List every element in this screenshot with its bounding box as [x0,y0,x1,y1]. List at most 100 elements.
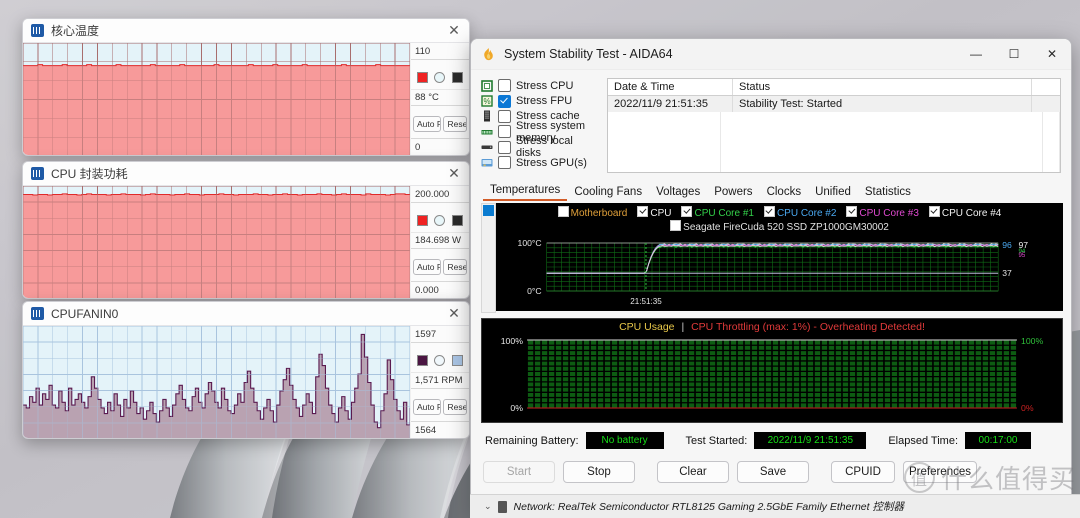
sensor-panel-titlebar[interactable]: CPU 封装功耗 ✕ [23,162,469,185]
checkbox[interactable] [498,156,511,170]
legend-item-cpu[interactable]: CPU [637,206,671,219]
tab-clocks[interactable]: Clocks [760,184,809,201]
cell-status: Stability Test: Started [733,96,1032,112]
clear-button[interactable]: Clear [657,461,729,483]
close-button[interactable]: ✕ [1033,39,1071,69]
swatch-series[interactable] [417,72,429,83]
close-icon[interactable]: ✕ [443,304,465,324]
checkbox[interactable] [498,79,511,93]
chart-scrollbar[interactable] [481,203,496,313]
cpu-icon [481,79,493,92]
legend-item-ssd[interactable]: Seagate FireCuda 520 SSD ZP1000GM30002 [670,220,889,233]
stress-option-fpu[interactable]: % Stress FPU [481,93,599,108]
stress-option-gpus[interactable]: Stress GPU(s) [481,155,599,170]
legend-checkbox[interactable] [928,206,940,217]
table-row[interactable]: 2022/11/9 21:51:35 Stability Test: Start… [608,96,1060,112]
stop-button[interactable]: Stop [563,461,635,483]
swatch-grid[interactable] [451,72,463,83]
stability-log-table[interactable]: Date & Time Status 2022/11/9 21:51:35 St… [607,78,1061,173]
sensor-panel-cpu-fan-rpm[interactable]: CPUFANIN0 ✕ 1597 1,571 RPM Auto Fit Rese… [22,301,470,439]
sensor-panel-buttons[interactable]: Auto Fit Reset [411,389,469,419]
reset-button[interactable]: Reset [443,259,467,275]
column-header-spacer [1032,79,1060,95]
legend-checkbox[interactable] [670,220,682,231]
table-row-empty [608,127,1060,142]
aida64-window[interactable]: System Stability Test - AIDA64 — ☐ ✕ Str… [470,38,1072,518]
sensor-panel-title: CPU 封装功耗 [51,167,128,181]
sensor-panel-titlebar[interactable]: CPUFANIN0 ✕ [23,302,469,325]
series-swatches[interactable] [411,343,469,372]
aida-tabs[interactable]: Temperatures Cooling Fans Voltages Power… [483,182,1071,201]
core-temperature-graph [23,43,410,155]
tab-powers[interactable]: Powers [707,184,759,201]
legend-checkbox[interactable] [763,206,775,217]
swatch-background[interactable] [434,355,446,366]
cpu-throttling-alert: CPU Throttling (max: 1%) - Overheating D… [691,321,925,333]
tab-voltages[interactable]: Voltages [649,184,707,201]
legend-checkbox[interactable] [846,206,858,217]
tab-temperatures[interactable]: Temperatures [483,182,568,201]
sensor-panel-sidebar: 110 88 °C Auto Fit Reset 0 [410,43,469,155]
legend-label: CPU Core #3 [859,208,919,219]
aida-button-bar[interactable]: Start Stop Clear Save CPUID Preferences [483,461,1071,483]
close-icon[interactable]: ✕ [443,21,465,41]
background-device-row[interactable]: ⌄ Network: RealTek Semiconductor RTL8125… [470,494,1080,518]
scrollbar-thumb[interactable] [483,205,494,216]
window-titlebar[interactable]: System Stability Test - AIDA64 — ☐ ✕ [471,39,1071,70]
checkbox[interactable] [498,140,511,154]
device-icon [497,500,507,513]
cpu-fan-rpm-graph [23,326,410,438]
sensor-panel-titlebar[interactable]: 核心温度 ✕ [23,19,469,42]
cpuid-button[interactable]: CPUID [831,461,895,483]
axis-min-label: 1564 [411,421,469,438]
stress-and-log-area: Stress CPU % Stress FPU Stress cache Str… [471,70,1071,177]
close-icon[interactable]: ✕ [443,164,465,184]
cpu-usage-chart: CPU Usage | CPU Throttling (max: 1%) - O… [481,318,1063,423]
tab-statistics[interactable]: Statistics [858,184,918,201]
save-button[interactable]: Save [737,461,809,483]
swatch-background[interactable] [434,72,446,83]
chevron-down-icon[interactable]: ⌄ [484,501,492,512]
reset-button[interactable]: Reset [443,116,467,132]
auto-fit-button[interactable]: Auto Fit [413,259,442,275]
series-swatches[interactable] [411,60,469,89]
maximize-button[interactable]: ☐ [995,39,1033,69]
swatch-grid[interactable] [451,215,463,226]
swatch-background[interactable] [434,215,446,226]
tab-cooling-fans[interactable]: Cooling Fans [567,184,649,201]
svg-text:100%: 100% [501,336,524,346]
legend-checkbox[interactable] [637,206,649,217]
sensor-panel-buttons[interactable]: Auto Fit Reset [411,106,469,136]
start-button[interactable]: Start [483,461,555,483]
stress-option-cpu[interactable]: Stress CPU [481,78,599,93]
checkbox[interactable] [498,125,511,139]
swatch-series[interactable] [417,215,429,226]
legend-checkbox[interactable] [557,206,569,217]
auto-fit-button[interactable]: Auto Fit [413,116,442,132]
window-controls[interactable]: — ☐ ✕ [957,39,1071,69]
legend-item-cpu-core-3[interactable]: CPU Core #3 [846,206,919,219]
reset-button[interactable]: Reset [443,399,467,415]
legend-item-motherboard[interactable]: Motherboard [557,206,627,219]
sensor-panel-core-temperature[interactable]: 核心温度 ✕ 110 88 °C Auto Fit Reset 0 [22,18,470,156]
legend-item-cpu-core-4[interactable]: CPU Core #4 [928,206,1002,219]
preferences-button[interactable]: Preferences [903,461,977,483]
temperatures-legend-row2[interactable]: Seagate FireCuda 520 SSD ZP1000GM30002 [496,220,1063,235]
swatch-series[interactable] [417,355,429,366]
stress-option-local-disks[interactable]: Stress local disks [481,135,599,159]
stress-options-list[interactable]: Stress CPU % Stress FPU Stress cache Str… [481,78,599,173]
checkbox[interactable] [498,94,511,108]
sensor-panel-cpu-package-power[interactable]: CPU 封装功耗 ✕ 200.000 184.698 W Auto Fit Re… [22,161,470,299]
legend-item-cpu-core-2[interactable]: CPU Core #2 [763,206,836,219]
checkbox[interactable] [498,109,511,123]
legend-checkbox[interactable] [681,206,693,217]
minimize-button[interactable]: — [957,39,995,69]
auto-fit-button[interactable]: Auto Fit [413,399,442,415]
legend-label: CPU Core #4 [941,208,1002,219]
series-swatches[interactable] [411,203,469,232]
swatch-grid[interactable] [451,355,463,366]
temperatures-legend-row1[interactable]: Motherboard CPU CPU Core #1 CPU Core #2 CPU … [496,203,1063,220]
tab-unified[interactable]: Unified [808,184,858,201]
legend-item-cpu-core-1[interactable]: CPU Core #1 [681,206,754,219]
sensor-panel-buttons[interactable]: Auto Fit Reset [411,249,469,279]
